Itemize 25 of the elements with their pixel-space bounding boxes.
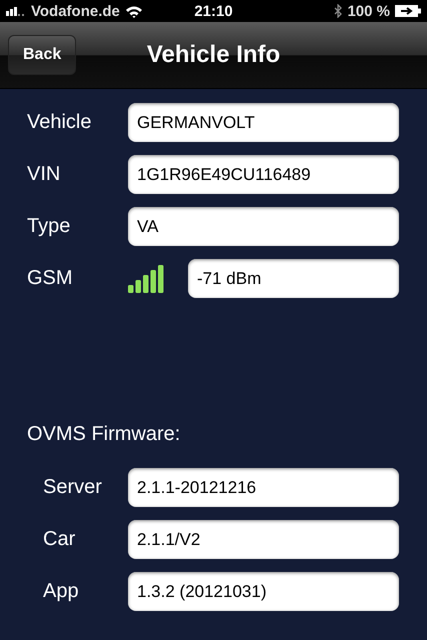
section-heading: OVMS Firmware: bbox=[26, 423, 182, 446]
bluetooth-icon bbox=[334, 4, 342, 18]
back-button[interactable]: Back bbox=[8, 35, 76, 75]
input-field[interactable]: 2.1.1-20121216 bbox=[128, 468, 399, 507]
signal-icon bbox=[6, 6, 26, 16]
field-label: Server bbox=[42, 476, 103, 499]
signal-strength-icon bbox=[128, 264, 166, 292]
carrier-name: Vodafone.de bbox=[31, 2, 120, 20]
field-label: Vehicle bbox=[26, 111, 92, 134]
input-field[interactable]: 1.3.2 (20121031) bbox=[128, 572, 399, 611]
input-field[interactable]: 2.1.1/V2 bbox=[128, 520, 399, 559]
wifi-icon bbox=[124, 4, 143, 18]
screen-title: Vehicle Info bbox=[146, 41, 280, 69]
field-label: GSM bbox=[26, 267, 74, 290]
input-field[interactable]: 1G1R96E49CU116489 bbox=[128, 155, 399, 194]
input-field[interactable]: VA bbox=[128, 207, 399, 246]
field-label: VIN bbox=[26, 163, 62, 186]
field-label: App bbox=[42, 580, 80, 603]
signal-field[interactable]: -71 dBm bbox=[188, 259, 399, 298]
battery-icon bbox=[395, 5, 421, 17]
battery-percent: 100 % bbox=[347, 2, 390, 20]
input-field[interactable]: GERMANVOLT bbox=[128, 103, 399, 142]
field-label: Type bbox=[26, 215, 72, 238]
field-label: Car bbox=[42, 528, 76, 551]
clock-time: 21:10 bbox=[194, 2, 233, 20]
